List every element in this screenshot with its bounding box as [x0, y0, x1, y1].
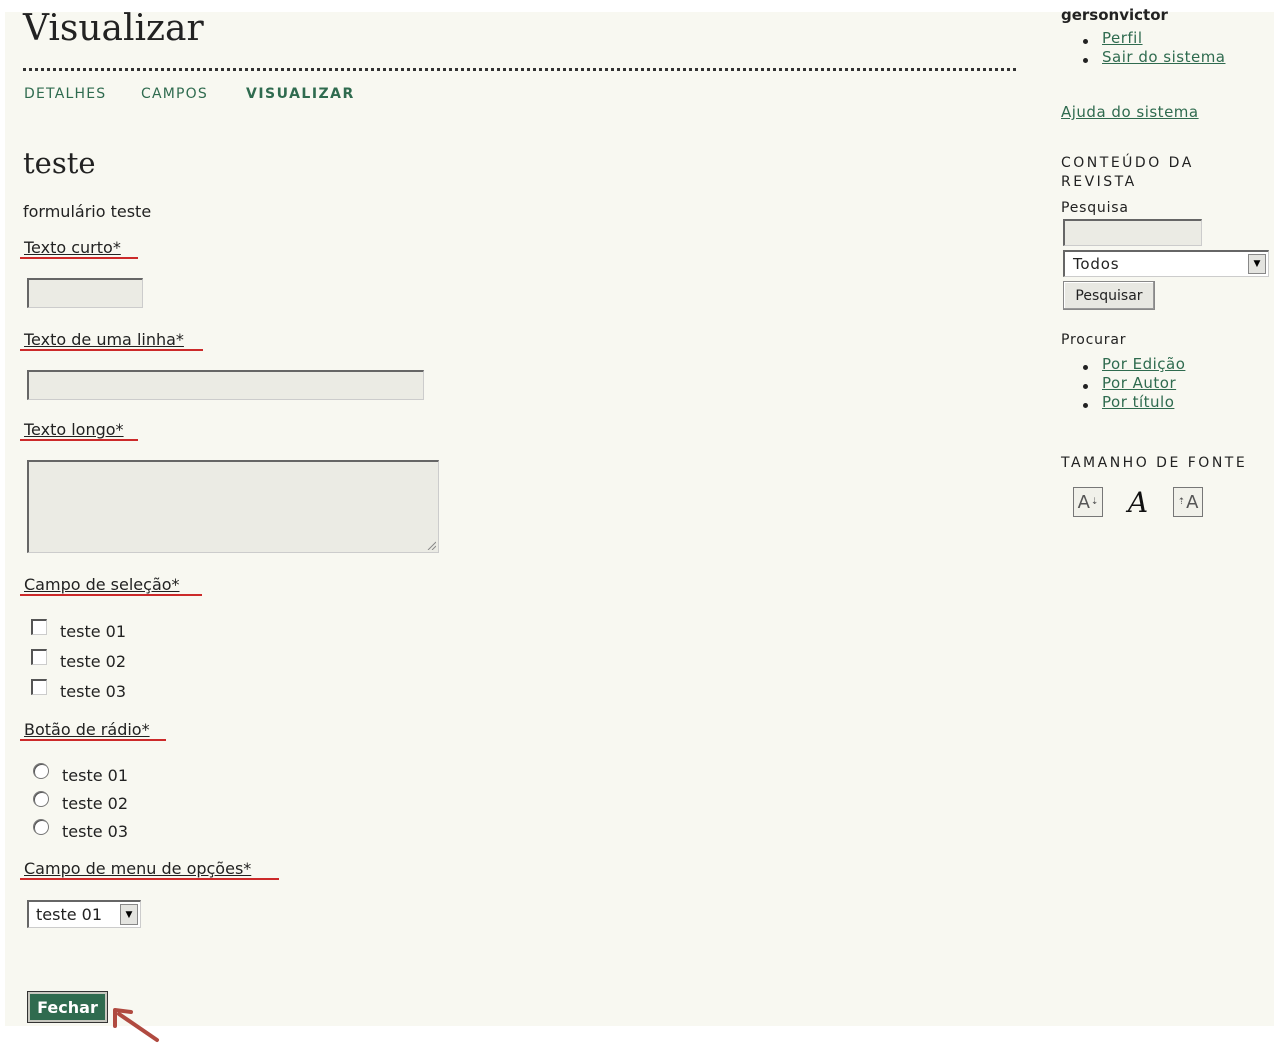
browse-by-author-link[interactable]: Por Autor [1102, 374, 1176, 392]
resize-grip-icon[interactable] [426, 540, 436, 550]
browse-label: Procurar [1061, 332, 1127, 348]
dropdown-label: Campo de menu de opções* [24, 859, 252, 878]
list-bullet [1083, 403, 1088, 408]
help-link[interactable]: Ajuda do sistema [1061, 103, 1199, 121]
dropdown-selected-value: teste 01 [36, 905, 103, 924]
radio-button[interactable] [33, 819, 49, 835]
form-description: formulário teste [23, 202, 152, 221]
single-line-input[interactable] [27, 370, 424, 400]
search-input[interactable] [1063, 219, 1202, 246]
single-line-label: Texto de uma linha* [24, 330, 184, 349]
radio-button[interactable] [33, 791, 49, 807]
font-larger-glyph: A [1186, 491, 1199, 513]
required-underline [20, 594, 202, 596]
long-text-area[interactable] [27, 460, 439, 553]
short-text-label: Texto curto* [24, 238, 121, 257]
font-default-glyph: A [1127, 485, 1149, 519]
page-title: Visualizar [23, 8, 204, 49]
required-underline [20, 739, 166, 741]
radio-group-label: Botão de rádio* [24, 720, 150, 739]
long-text-label: Texto longo* [24, 420, 124, 439]
font-default-icon[interactable]: A [1123, 485, 1153, 519]
browse-by-title-link[interactable]: Por título [1102, 393, 1174, 411]
radio-button[interactable] [33, 763, 49, 779]
font-larger-icon[interactable]: ⇡ A [1173, 487, 1203, 517]
required-underline [20, 349, 203, 351]
search-button[interactable]: Pesquisar [1063, 281, 1155, 310]
radio-option-label: teste 01 [62, 766, 129, 785]
required-underline [20, 257, 138, 259]
decrease-arrows-icon: ⇣ [1090, 497, 1099, 507]
title-divider [23, 68, 1016, 71]
search-scope-value: Todos [1073, 255, 1120, 273]
required-underline [20, 878, 279, 880]
increase-arrows-icon: ⇡ [1177, 497, 1186, 507]
journal-content-heading: CONTEÚDO DA REVISTA [1061, 155, 1194, 190]
tab-fields[interactable]: CAMPOS [141, 86, 208, 102]
checkbox[interactable] [31, 679, 47, 695]
checkbox[interactable] [31, 619, 47, 635]
checkbox-option-label: teste 02 [60, 652, 127, 671]
font-smaller-glyph: A [1077, 491, 1090, 513]
search-scope-select[interactable]: Todos ▼ [1063, 250, 1269, 277]
logout-link[interactable]: Sair do sistema [1102, 48, 1226, 66]
list-bullet [1083, 39, 1088, 44]
chevron-down-icon[interactable]: ▼ [120, 904, 138, 925]
chevron-down-icon[interactable]: ▼ [1248, 254, 1266, 274]
tab-details[interactable]: DETALHES [24, 86, 106, 102]
profile-link[interactable]: Perfil [1102, 29, 1143, 47]
close-button[interactable]: Fechar [27, 991, 108, 1023]
list-bullet [1083, 384, 1088, 389]
font-size-heading: TAMANHO DE FONTE [1061, 455, 1248, 471]
short-text-input[interactable] [27, 278, 143, 308]
required-underline [20, 439, 138, 441]
list-bullet [1083, 58, 1088, 63]
annotation-arrow-icon [113, 1008, 159, 1042]
form-title: teste [23, 146, 96, 180]
options-dropdown[interactable]: teste 01 ▼ [27, 900, 141, 928]
search-label: Pesquisa [1061, 200, 1129, 216]
radio-option-label: teste 03 [62, 822, 129, 841]
font-smaller-icon[interactable]: A ⇣ [1073, 487, 1103, 517]
username: gersonvictor [1061, 6, 1168, 24]
checkbox-option-label: teste 03 [60, 682, 127, 701]
browse-by-issue-link[interactable]: Por Edição [1102, 355, 1185, 373]
checkbox-group-label: Campo de seleção* [24, 575, 180, 594]
list-bullet [1083, 365, 1088, 370]
page-canvas: Visualizar DETALHES CAMPOS VISUALIZAR te… [5, 6, 1274, 1042]
tab-preview[interactable]: VISUALIZAR [246, 86, 355, 102]
checkbox[interactable] [31, 649, 47, 665]
radio-option-label: teste 02 [62, 794, 129, 813]
checkbox-option-label: teste 01 [60, 622, 127, 641]
